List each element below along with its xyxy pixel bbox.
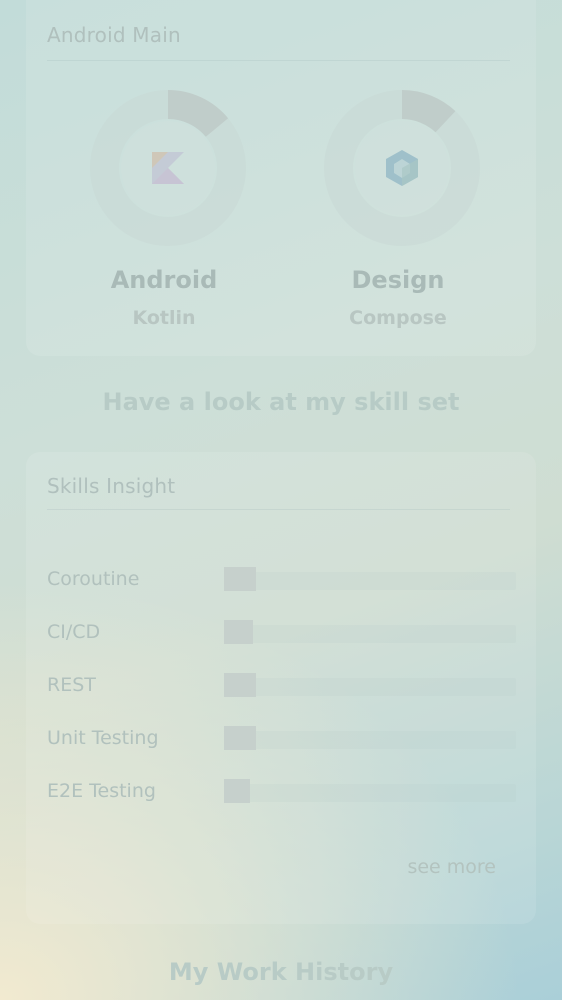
skill-name-android: Android	[110, 266, 218, 294]
skill-bar-track	[224, 620, 516, 644]
android-main-card: Android Main Android Kotlin Design Compo…	[26, 0, 536, 356]
skill-bar-row: REST	[47, 673, 517, 703]
skill-bar-fill	[224, 779, 251, 803]
skill-subtitle-kotlin: Kotlin	[132, 307, 196, 329]
skill-bar-label: Coroutine	[47, 568, 140, 590]
divider	[47, 509, 510, 510]
skill-bar-track	[224, 779, 516, 803]
skill-subtitle-compose: Compose	[349, 307, 447, 329]
card-title: Android Main	[47, 23, 181, 47]
divider	[47, 60, 510, 61]
skill-bar-row: CI/CD	[47, 620, 517, 650]
skills-heading: Have a look at my skill set	[102, 388, 460, 416]
skill-ring-chart	[90, 90, 246, 246]
skill-name-design: Design	[351, 266, 445, 294]
skill-bar-fill	[224, 567, 257, 591]
skill-bar-label: CI/CD	[47, 621, 101, 643]
skill-bar-row: Coroutine	[47, 567, 517, 597]
android-skill-ring[interactable]	[88, 88, 248, 248]
card-title: Skills Insight	[47, 474, 176, 498]
skill-bar-track	[224, 673, 516, 697]
skill-bar-label: E2E Testing	[47, 780, 156, 802]
skill-bar-row: Unit Testing	[47, 726, 517, 756]
skill-bar-label: Unit Testing	[47, 727, 159, 749]
skill-bar-track	[224, 567, 516, 591]
skill-bar-label: REST	[47, 674, 96, 696]
skill-bar-row: E2E Testing	[47, 779, 517, 809]
skill-bar-fill	[224, 726, 257, 750]
skill-bar-track	[224, 726, 516, 750]
design-skill-ring[interactable]	[322, 88, 482, 248]
skill-ring-chart	[324, 90, 480, 246]
skill-bar-fill	[224, 620, 254, 644]
skills-insight-card: Skills Insight Coroutine CI/CD REST Unit…	[26, 452, 536, 924]
work-history-heading: My Work History	[168, 958, 394, 986]
see-more-link[interactable]: see more	[407, 856, 496, 878]
skill-bar-fill	[224, 673, 257, 697]
